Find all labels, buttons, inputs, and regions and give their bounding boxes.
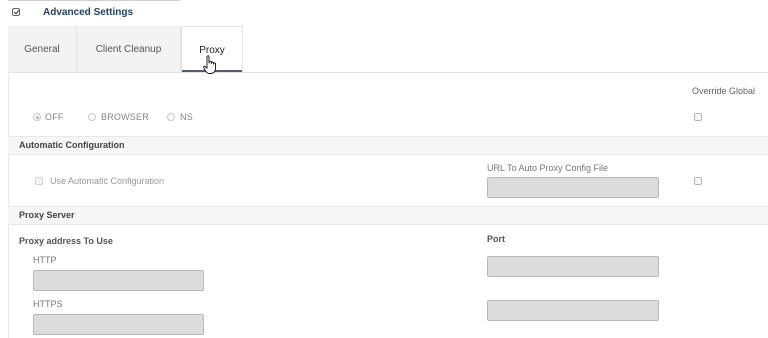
auto-proxy-url-label: URL To Auto Proxy Config File [487,163,609,173]
tab-client-cleanup[interactable]: Client Cleanup [77,26,181,72]
advanced-settings-label: Advanced Settings [43,7,134,18]
override-global-label: Override Global [692,86,756,96]
automatic-configuration-title: Automatic Configuration [19,140,125,150]
use-automatic-configuration-label: Use Automatic Configuration [50,176,165,186]
radio-ns-label: NS [180,112,193,122]
top-divider [8,0,180,1]
tab-general[interactable]: General [8,26,77,72]
proxy-server-title: Proxy Server [19,210,75,220]
override-global-auto-config-checkbox[interactable] [694,177,702,185]
tab-bar: General Client Cleanup Proxy [8,26,768,73]
advanced-settings-checkbox[interactable] [12,8,20,16]
http-label: HTTP [33,255,57,265]
https-port-input[interactable] [487,300,659,321]
hand-pointer-cursor-icon [203,55,217,74]
override-global-proxy-checkbox[interactable] [694,113,702,121]
https-proxy-input[interactable] [33,314,204,335]
tab-client-cleanup-label: Client Cleanup [95,43,162,55]
proxy-settings-page: Advanced Settings General Client Cleanup… [0,0,768,338]
radio-ns[interactable] [167,113,175,121]
proxy-address-label: Proxy address To Use [19,236,113,246]
radio-off-label: OFF [45,112,64,122]
tab-general-label: General [24,43,60,55]
tab-proxy-label: Proxy [199,44,225,56]
tab-bar-divider [8,72,768,73]
auto-proxy-url-input[interactable] [487,177,659,198]
radio-browser[interactable] [88,113,96,121]
use-automatic-configuration-checkbox[interactable] [35,177,43,185]
radio-off[interactable] [33,113,41,121]
port-label: Port [487,234,505,244]
http-proxy-input[interactable] [33,270,204,291]
http-port-input[interactable] [487,256,659,277]
proxy-server-header [8,206,768,225]
radio-browser-label: BROWSER [101,112,149,122]
https-label: HTTPS [33,299,63,309]
